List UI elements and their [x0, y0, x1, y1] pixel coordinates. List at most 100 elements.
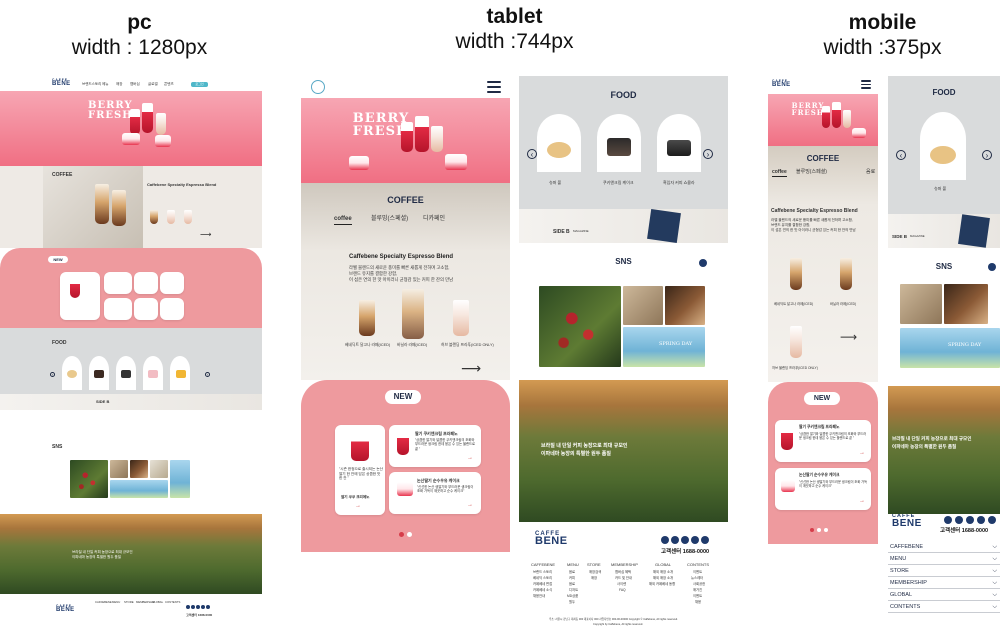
- pc-sns-photo[interactable]: [170, 460, 190, 498]
- pc-new-card[interactable]: [104, 298, 132, 320]
- tablet-footer-link[interactable]: 베네딕 스토리: [533, 576, 552, 580]
- mobile-coffee-product[interactable]: [790, 258, 802, 290]
- pc-blog-icon[interactable]: [201, 605, 205, 609]
- tablet-footer-header[interactable]: MEMBERSHIP: [611, 562, 638, 567]
- tablet-footer-link[interactable]: 해외 매장 소개: [653, 570, 673, 574]
- tablet-footer-link[interactable]: 매장검색: [589, 570, 601, 574]
- pc-coffee-product[interactable]: [167, 210, 175, 224]
- mobile-accordion-menu[interactable]: MENU ⌵: [888, 554, 1000, 565]
- tablet-footer-header[interactable]: CONTENTS: [687, 562, 709, 567]
- tablet-youtube-icon[interactable]: [671, 536, 679, 544]
- tablet-coffee-product[interactable]: [402, 289, 424, 339]
- tablet-new-arrow[interactable]: →: [467, 502, 473, 510]
- tablet-footer-link[interactable]: 음료: [569, 570, 575, 574]
- mobile-coffee-arrow[interactable]: ⟶: [840, 330, 857, 346]
- tablet-coffee-arrow[interactable]: ⟶: [461, 359, 481, 377]
- pc-food-next-button[interactable]: ›: [205, 372, 210, 377]
- pc-coffee-arrow[interactable]: ⟶: [200, 230, 211, 240]
- pc-nav-item[interactable]: 매장: [116, 82, 122, 87]
- pc-footer-col[interactable]: STORE: [124, 600, 134, 604]
- pc-magazine-banner[interactable]: SIDE B: [0, 394, 262, 410]
- mobile-coffee-tab-active[interactable]: coffee: [772, 169, 787, 177]
- tablet-footer-header[interactable]: GLOBAL: [655, 562, 671, 567]
- tablet-footer-link[interactable]: 해외 카페베네 동향: [649, 582, 675, 586]
- tablet-coffee-tab[interactable]: 디카페인: [423, 216, 445, 224]
- pc-footer-col[interactable]: CAFFEBENE: [95, 600, 112, 604]
- pc-sns-photo[interactable]: [70, 460, 108, 498]
- mobile-new-dot[interactable]: [824, 528, 828, 532]
- mobile-food-prev-button[interactable]: ‹: [896, 150, 906, 160]
- tablet-footer-link[interactable]: 카드 및 안내: [615, 576, 632, 580]
- pc-facebook-icon[interactable]: [196, 605, 200, 609]
- pc-coffee-product[interactable]: [150, 210, 158, 224]
- tablet-new-arrow[interactable]: →: [467, 455, 473, 463]
- tablet-coffee-product[interactable]: [453, 300, 469, 336]
- tablet-coffee-tab[interactable]: 블루밍(스페셜): [371, 216, 408, 224]
- tablet-sns-photo[interactable]: [665, 286, 705, 325]
- tablet-sns-photo[interactable]: SPRING DAY: [623, 327, 705, 367]
- mobile-sns-photo[interactable]: [900, 284, 942, 324]
- mobile-magazine-banner[interactable]: SIDE B MAGAZINE: [888, 214, 1000, 248]
- pc-nav-item[interactable]: 멤버십: [130, 82, 140, 87]
- pc-new-card[interactable]: [104, 272, 132, 294]
- pc-nav-item[interactable]: 글로벌: [148, 82, 158, 87]
- tablet-coffee-product[interactable]: [359, 300, 375, 336]
- mobile-new-arrow[interactable]: →: [859, 498, 865, 506]
- mobile-blog-icon[interactable]: [977, 516, 985, 524]
- tablet-menu-icon[interactable]: [487, 81, 501, 93]
- tablet-new-arrow[interactable]: →: [355, 503, 361, 511]
- tablet-footer-link[interactable]: 멤버십 혜택: [615, 570, 631, 574]
- mobile-new-card[interactable]: 딸기 쿠키앤크림 프라페노 "상큼한 딸기와 달콤한 쿠키앤크림의 조화와 부드…: [775, 420, 871, 462]
- tablet-coffee-tab-active[interactable]: coffee: [334, 216, 352, 225]
- mobile-kakao-icon[interactable]: [988, 516, 996, 524]
- tablet-footer-link[interactable]: 브랜드 스토리: [533, 570, 552, 574]
- tablet-footer-link[interactable]: 음료: [569, 582, 575, 586]
- tablet-new-dot-active[interactable]: [399, 532, 404, 537]
- tablet-food-next-button[interactable]: ›: [703, 149, 713, 159]
- tablet-footer-link[interactable]: 채용: [695, 600, 701, 604]
- mobile-coffee-product[interactable]: [790, 326, 802, 358]
- pc-footer-col[interactable]: GLOBAL: [152, 600, 163, 604]
- mobile-coffee-tab[interactable]: 음료: [866, 169, 875, 176]
- mobile-youtube-icon[interactable]: [955, 516, 963, 524]
- tablet-facebook-icon[interactable]: [681, 536, 689, 544]
- tablet-footer-header[interactable]: CAFFEBENE: [531, 562, 555, 567]
- tablet-blog-icon[interactable]: [691, 536, 699, 544]
- pc-logo[interactable]: CAFFE BENE: [52, 78, 71, 87]
- tablet-kakao-icon[interactable]: [701, 536, 709, 544]
- tablet-footer-link[interactable]: 매거진: [693, 588, 702, 592]
- tablet-sns-photo[interactable]: [539, 286, 621, 367]
- tablet-footer-header[interactable]: MENU: [567, 562, 579, 567]
- pc-instagram-icon[interactable]: [186, 605, 190, 609]
- pc-login-button[interactable]: 로그인: [191, 82, 208, 87]
- pc-sns-photo[interactable]: [110, 480, 168, 498]
- pc-new-card[interactable]: [160, 272, 184, 294]
- mobile-accordion-contents[interactable]: CONTENTS ⌵: [888, 602, 1000, 613]
- pc-nav-item[interactable]: 콘텐츠: [164, 82, 174, 87]
- mobile-new-dot[interactable]: [817, 528, 821, 532]
- mobile-facebook-icon[interactable]: [966, 516, 974, 524]
- tablet-footer-link[interactable]: 사회공헌: [693, 582, 705, 586]
- tablet-food-prev-button[interactable]: ‹: [527, 149, 537, 159]
- tablet-footer-link[interactable]: 사이렌: [617, 582, 626, 586]
- mobile-accordion-caffebene[interactable]: CAFFEBENE ⌵: [888, 542, 1000, 553]
- mobile-coffee-tab[interactable]: 블루밍(스페셜): [796, 169, 827, 176]
- tablet-footer-link[interactable]: FAQ: [619, 588, 626, 592]
- tablet-footer-link[interactable]: 원두: [569, 600, 575, 604]
- tablet-footer-link[interactable]: 디저트: [569, 588, 578, 592]
- pc-youtube-icon[interactable]: [191, 605, 195, 609]
- pc-nav-item[interactable]: 메뉴: [102, 82, 108, 87]
- pc-sns-photo[interactable]: [150, 460, 168, 478]
- tablet-new-dot[interactable]: [407, 532, 412, 537]
- mobile-sns-photo[interactable]: SPRING DAY: [900, 328, 1000, 368]
- tablet-footer-link[interactable]: 이벤트: [693, 570, 702, 574]
- pc-new-card[interactable]: [134, 272, 158, 294]
- mobile-logo[interactable]: CAFFE BENE: [772, 79, 791, 88]
- pc-coffee-product[interactable]: [184, 210, 192, 224]
- tablet-footer-link[interactable]: 카페베네 소식: [533, 588, 552, 592]
- tablet-footer-link[interactable]: 커피: [569, 576, 575, 580]
- mobile-coffee-product[interactable]: [840, 258, 852, 290]
- pc-nav-item[interactable]: 브랜드스토리: [82, 82, 101, 87]
- pc-food-prev-button[interactable]: ‹: [50, 372, 55, 377]
- tablet-new-card-main[interactable]: "시즌 한정으로 출시되는 논산딸기 한 잔에 담은 상큼한 맛 한 잔 " 딸…: [335, 425, 385, 515]
